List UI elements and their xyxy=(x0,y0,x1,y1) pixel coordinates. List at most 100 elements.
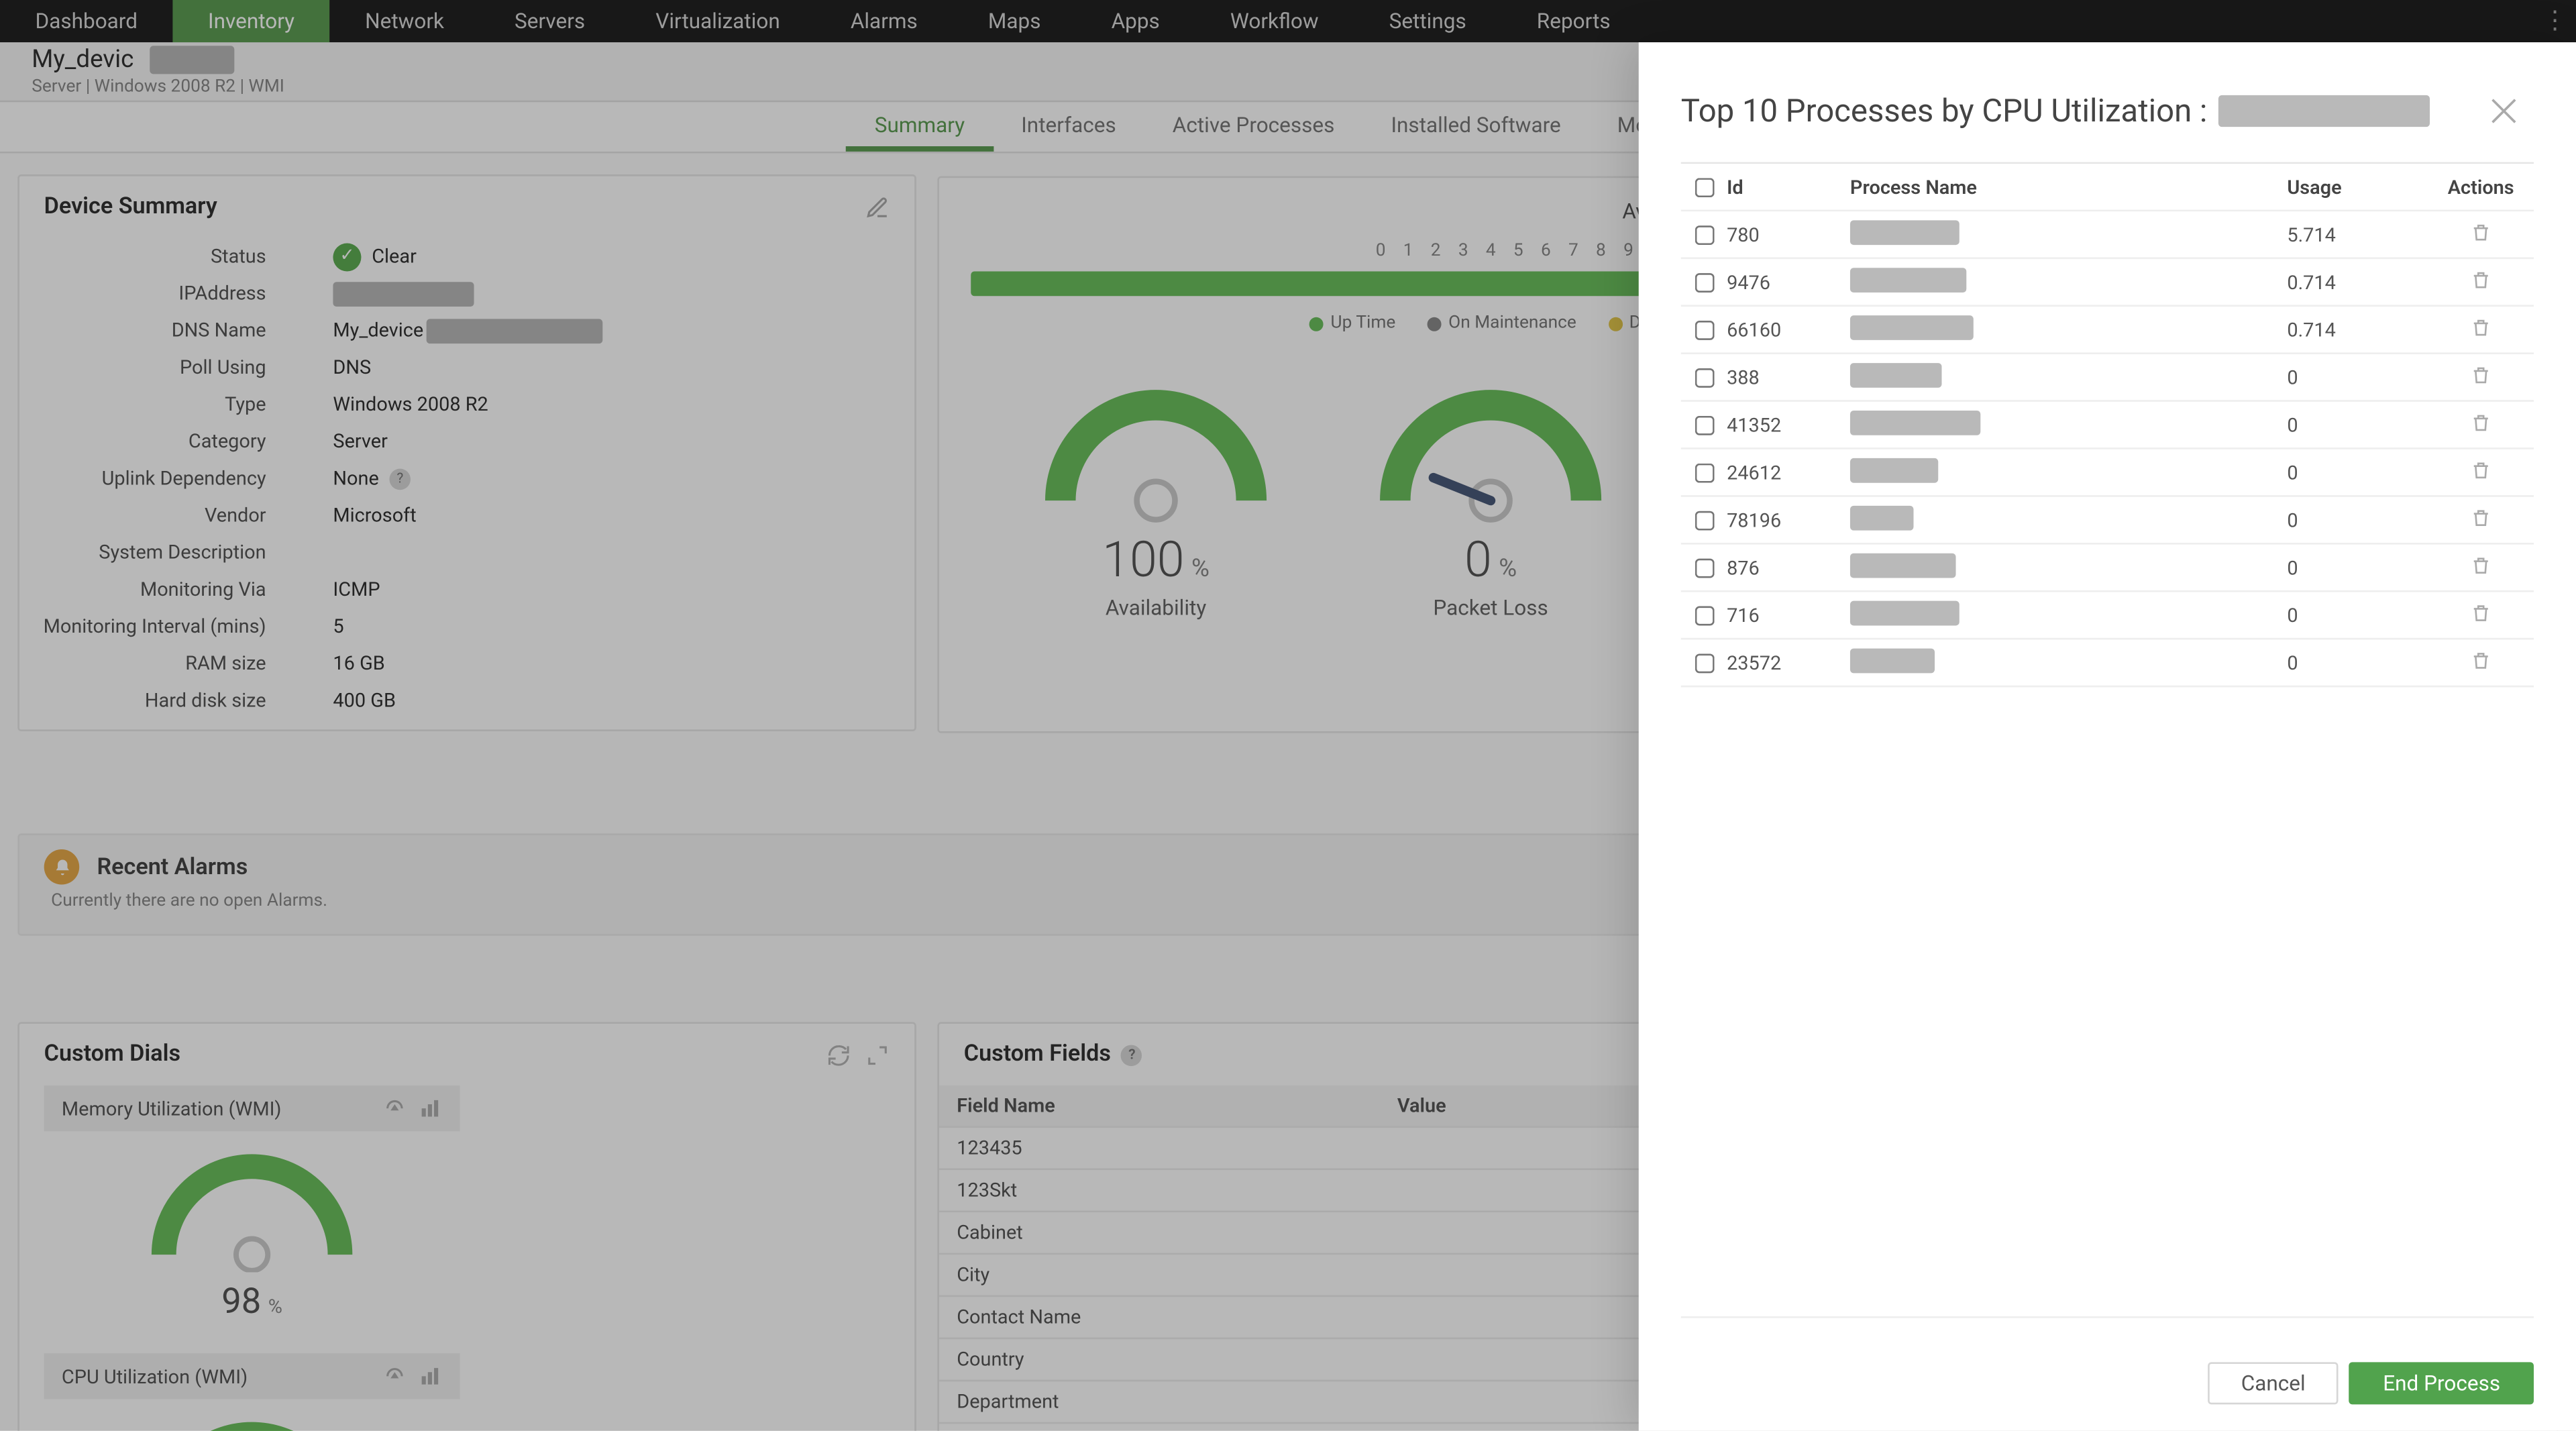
nav-tab-workflow[interactable]: Workflow xyxy=(1195,0,1354,42)
panel-title: Top 10 Processes by CPU Utilization : xyxy=(1681,93,2208,129)
process-row: 413520 xyxy=(1681,402,2534,449)
row-checkbox[interactable] xyxy=(1694,320,1713,339)
top-nav: DashboardInventoryNetworkServersVirtuali… xyxy=(0,0,2576,42)
process-id: 66160 xyxy=(1727,318,1850,341)
row-checkbox[interactable] xyxy=(1694,653,1713,672)
summary-label: Type xyxy=(19,386,284,423)
nav-tab-servers[interactable]: Servers xyxy=(480,0,621,42)
status-ok-icon xyxy=(333,242,361,270)
device-title: My_devic xyxy=(32,45,133,73)
nav-tab-network[interactable]: Network xyxy=(330,0,480,42)
trash-icon[interactable] xyxy=(2470,459,2491,480)
nav-tab-apps[interactable]: Apps xyxy=(1076,0,1195,42)
timeline-tick: 0 xyxy=(1376,242,1386,261)
summary-label: System Description xyxy=(19,534,284,571)
mini-dial-label: CPU Utilization (WMI) xyxy=(62,1365,248,1387)
tab-active-processes[interactable]: Active Processes xyxy=(1144,113,1363,152)
process-name-redacted xyxy=(1850,362,1942,387)
trash-icon[interactable] xyxy=(2470,649,2491,671)
row-checkbox[interactable] xyxy=(1694,462,1713,482)
gauge-availability-label: Availability xyxy=(1024,596,1288,621)
timeline-tick: 5 xyxy=(1513,242,1523,261)
process-row: 66160 0.714 xyxy=(1681,307,2534,354)
process-name-redacted xyxy=(1850,219,1960,244)
refresh-icon[interactable] xyxy=(826,1043,851,1067)
gauge-packetloss-value: 0 xyxy=(1464,531,1492,589)
trash-icon[interactable] xyxy=(2470,316,2491,337)
row-checkbox[interactable] xyxy=(1694,272,1713,292)
trash-icon[interactable] xyxy=(2470,221,2491,243)
process-usage: 0 xyxy=(2287,509,2428,531)
nav-tab-settings[interactable]: Settings xyxy=(1354,0,1501,42)
gauge-packetloss-label: Packet Loss xyxy=(1358,596,1623,621)
process-name-redacted xyxy=(1850,410,1980,435)
timeline-tick: 6 xyxy=(1541,242,1551,261)
trash-icon[interactable] xyxy=(2470,602,2491,623)
summary-label: RAM size xyxy=(19,645,284,682)
bar-chart-icon[interactable] xyxy=(418,1364,443,1389)
end-process-button[interactable]: End Process xyxy=(2349,1362,2534,1404)
custom-dials-title: Custom Dials xyxy=(44,1041,180,1067)
process-usage: 0.714 xyxy=(2287,270,2428,293)
timeline-tick: 4 xyxy=(1486,242,1496,261)
gauge-availability-value: 100 xyxy=(1102,531,1184,589)
nav-tab-dashboard[interactable]: Dashboard xyxy=(0,0,173,42)
row-checkbox[interactable] xyxy=(1694,605,1713,625)
mini-dial: Memory Utilization (WMI)98 % xyxy=(44,1085,460,1328)
device-meta: Server | Windows 2008 R2 | WMI xyxy=(32,78,284,98)
column-header: Id xyxy=(1727,175,1850,198)
mini-dial-label: Memory Utilization (WMI) xyxy=(62,1097,282,1120)
process-row: 876 0 xyxy=(1681,545,2534,592)
row-checkbox[interactable] xyxy=(1694,510,1713,529)
nav-tab-reports[interactable]: Reports xyxy=(1501,0,1646,42)
tab-installed-software[interactable]: Installed Software xyxy=(1362,113,1589,152)
process-usage: 5.714 xyxy=(2287,223,2428,246)
trash-icon[interactable] xyxy=(2470,554,2491,576)
process-usage: 0.714 xyxy=(2287,318,2428,341)
summary-value: 5 xyxy=(333,608,603,645)
process-usage: 0 xyxy=(2287,604,2428,627)
row-checkbox[interactable] xyxy=(1694,558,1713,577)
column-header: Field Name xyxy=(939,1094,1397,1117)
summary-label: Category xyxy=(19,423,284,460)
trash-icon[interactable] xyxy=(2470,411,2491,433)
expand-icon[interactable] xyxy=(865,1043,890,1067)
row-checkbox[interactable] xyxy=(1694,225,1713,244)
trash-icon[interactable] xyxy=(2470,364,2491,385)
tab-interfaces[interactable]: Interfaces xyxy=(993,113,1144,152)
cancel-button[interactable]: Cancel xyxy=(2208,1362,2339,1404)
help-icon[interactable]: ? xyxy=(1122,1044,1143,1065)
recent-alarms-title: Recent Alarms xyxy=(97,854,248,880)
nav-tab-virtualization[interactable]: Virtualization xyxy=(621,0,816,42)
help-icon[interactable]: ? xyxy=(390,468,411,489)
close-icon[interactable] xyxy=(2485,92,2524,131)
process-usage: 0 xyxy=(2287,651,2428,674)
trash-icon[interactable] xyxy=(2470,507,2491,528)
custom-dials-card: Custom Dials Memory Utilization (WMI)98 … xyxy=(17,1022,916,1430)
row-checkbox[interactable] xyxy=(1694,415,1713,435)
nav-tab-maps[interactable]: Maps xyxy=(953,0,1076,42)
row-checkbox[interactable] xyxy=(1694,368,1713,387)
edit-icon[interactable] xyxy=(865,195,890,219)
gauge-icon[interactable] xyxy=(382,1096,407,1121)
summary-label: DNS Name xyxy=(19,312,284,349)
summary-value: Windows 2008 R2 xyxy=(333,386,603,423)
process-id: 716 xyxy=(1727,604,1850,627)
gauge-icon[interactable] xyxy=(382,1364,407,1389)
nav-tab-alarms[interactable]: Alarms xyxy=(815,0,953,42)
process-id: 876 xyxy=(1727,556,1850,579)
select-all-checkbox[interactable] xyxy=(1694,177,1713,197)
trash-icon[interactable] xyxy=(2470,269,2491,290)
tab-summary[interactable]: Summary xyxy=(847,113,993,152)
process-name-redacted xyxy=(1850,552,1956,577)
column-header: Actions xyxy=(2428,175,2534,198)
timeline-tick: 7 xyxy=(1568,242,1578,261)
summary-value: My_device xyxy=(333,312,603,349)
process-usage: 0 xyxy=(2287,556,2428,579)
nav-tab-inventory[interactable]: Inventory xyxy=(173,0,330,42)
overflow-menu-icon[interactable]: ⋮ xyxy=(2534,0,2576,42)
bar-chart-icon[interactable] xyxy=(418,1096,443,1121)
process-id: 78196 xyxy=(1727,509,1850,531)
timeline-tick: 1 xyxy=(1403,242,1413,261)
summary-value: DNS xyxy=(333,349,603,386)
